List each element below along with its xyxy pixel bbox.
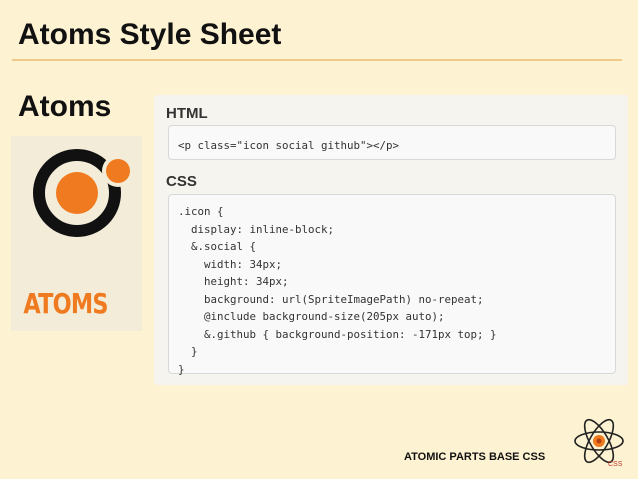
css-code: .icon { display: inline-block; &.social … [178, 203, 615, 378]
logo-text: ATOMS [23, 287, 108, 320]
title-divider [12, 59, 622, 61]
code-line: display: inline-block; [178, 222, 335, 236]
code-line: background: url(SpriteImagePath) no-repe… [178, 292, 484, 306]
atom-icon: CSS [574, 418, 624, 468]
html-code: <p class="icon social github"></p> [178, 139, 400, 152]
code-line: } [178, 345, 198, 358]
code-line: .icon { [178, 205, 224, 218]
code-line: width: 34px; [178, 257, 283, 271]
slide-title: Atoms Style Sheet [18, 18, 282, 51]
code-line: } [178, 362, 185, 376]
code-line: @include background-size(205px auto); [178, 310, 445, 323]
section-title: Atoms [18, 90, 112, 123]
html-heading: HTML [166, 105, 208, 122]
code-panel: HTML <p class="icon social github"></p> … [154, 95, 628, 385]
logo-core [56, 172, 98, 214]
html-code-block: <p class="icon social github"></p> [168, 125, 616, 160]
logo-electron [106, 159, 130, 183]
css-code-block: .icon { display: inline-block; &.social … [168, 194, 616, 376]
atom-icon-label: CSS [608, 461, 623, 468]
code-line: height: 34px; [178, 275, 289, 288]
css-heading: CSS [166, 173, 197, 190]
code-line: &.github { background-position: -171px t… [178, 327, 497, 341]
footer-text: ATOMIC PARTS BASE CSS [404, 451, 546, 463]
code-line: &.social { [178, 240, 257, 253]
